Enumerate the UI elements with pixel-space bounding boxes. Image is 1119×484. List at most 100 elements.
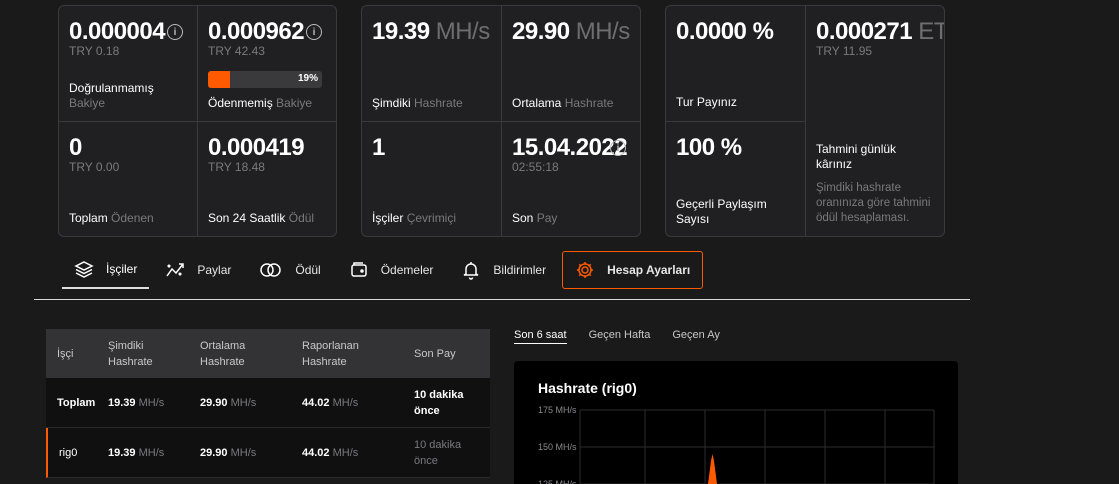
valid-shares-card: 100 % Geçerli Paylaşım Sayısı (666, 122, 806, 236)
last24-label: Son 24 Saatlik (208, 211, 286, 225)
row-current-unit: MH/s (138, 446, 165, 459)
layers-icon (74, 261, 94, 278)
avg-hashrate-label-row: Ortalama Hashrate (512, 96, 613, 111)
workers-label-row: İşçiler Çevrimiçi (372, 211, 456, 226)
header-current-hashrate[interactable]: Şimdiki Hashrate (97, 338, 189, 370)
period-6h[interactable]: Son 6 saat (514, 329, 567, 344)
row-last-share-line2: önce (414, 454, 438, 467)
unconfirmed-label2: Bakiye (69, 96, 106, 110)
current-hashrate-card: 19.39 MH/s Şimdiki Hashrate (362, 6, 502, 122)
header-avg-line1: Ortalama (200, 339, 246, 352)
row-reported: 44.02 MH/s (291, 395, 403, 411)
round-share-value: 0.0000 % (676, 18, 774, 45)
tab-notifications-label: Bildirimler (493, 263, 547, 277)
tab-payments[interactable]: Ödemeler (337, 251, 446, 289)
row-avg: 29.90 MH/s (189, 395, 291, 411)
chart-y-tick-label: 125 MH/s (538, 479, 577, 484)
row-reported-unit: MH/s (332, 396, 359, 409)
row-current-unit: MH/s (138, 396, 165, 409)
tab-reward[interactable]: Ödül (247, 251, 332, 289)
header-worker-label: İşçi (57, 347, 74, 360)
last24-label2: Ödül (288, 211, 315, 225)
header-worker[interactable]: İşçi (46, 346, 97, 362)
tab-shares[interactable]: Paylar (153, 251, 243, 289)
valid-shares-value: 100 % (676, 134, 742, 161)
unpaid-label2: Bakiye (276, 96, 313, 110)
unpaid-fiat: TRY 42.43 (208, 44, 265, 58)
row-reported-value: 44.02 (302, 396, 330, 409)
hashrate-stats: 19.39 MH/s Şimdiki Hashrate 29.90 MH/s O… (361, 5, 641, 237)
total-paid-card: 0 TRY 0.00 Toplam Ödenen (59, 122, 198, 236)
row-last-share-line2: önce (414, 404, 440, 417)
header-reported-hashrate[interactable]: Raporlanan Hashrate (291, 338, 403, 370)
unconfirmed-balance-card: 0.000004 i TRY 0.18 Doğrulanmamış Bakiye (59, 6, 198, 122)
row-avg-value: 29.90 (200, 396, 228, 409)
tab-account-settings[interactable]: Hesap Ayarları (562, 251, 704, 289)
unpaid-value: 0.000962 (208, 18, 305, 45)
row-reported-unit: MH/s (332, 446, 359, 459)
round-share-card: 0.0000 % Tur Payınız (666, 6, 806, 122)
payout-progress-fill (208, 71, 230, 88)
row-avg-unit: MH/s (230, 396, 257, 409)
bell-icon (464, 262, 479, 280)
row-current: 19.39 MH/s (97, 395, 189, 411)
row-worker-name: rig0 (59, 446, 78, 459)
row-avg: 29.90 MH/s (189, 445, 291, 461)
tab-workers-label: İşçiler (106, 262, 138, 276)
header-avg-line2: Hashrate (200, 355, 245, 368)
table-row[interactable]: Toplam 19.39 MH/s 29.90 MH/s 44.02 MH/s … (46, 378, 490, 428)
period-week[interactable]: Geçen Hafta (589, 329, 651, 344)
last24-reward-card: 0.000419 TRY 18.48 Son 24 Saatlik Ödül (198, 122, 336, 236)
total-paid-value: 0 (69, 134, 82, 161)
table-header: İşçi Şimdiki Hashrate Ortalama Hashrate Ra… (46, 329, 490, 378)
valid-shares-label: Geçerli Paylaşım (676, 197, 767, 211)
tab-notifications[interactable]: Bildirimler (449, 251, 558, 289)
chart-series-line (708, 454, 717, 484)
daily-estimate-desc1: Şimdiki hashrate (816, 182, 902, 194)
last24-value: 0.000419 (208, 134, 305, 161)
tab-workers[interactable]: İşçiler (62, 251, 150, 289)
row-reported-value: 44.02 (302, 446, 330, 459)
tab-reward-label: Ödül (295, 263, 321, 277)
avg-hashrate-number: 29.90 (512, 18, 570, 45)
balance-stats: 0.000004 i TRY 0.18 Doğrulanmamış Bakiye… (58, 5, 337, 237)
avg-hashrate-value: 29.90 MH/s (512, 18, 630, 46)
workers-card: 1 İşçiler Çevrimiçi (362, 122, 502, 236)
period-month[interactable]: Geçen Ay (672, 329, 720, 344)
last24-fiat: TRY 18.48 (208, 160, 265, 174)
header-avg-hashrate[interactable]: Ortalama Hashrate (189, 338, 291, 370)
total-paid-fiat: TRY 0.00 (69, 160, 120, 174)
row-last-share-line1: 10 dakika (414, 438, 462, 451)
workers-label: İşçiler (372, 211, 404, 225)
unpaid-label-row: Ödenmemiş Bakiye (208, 96, 312, 111)
tab-payments-label: Ödemeler (380, 263, 434, 277)
last24-label-row: Son 24 Saatlik Ödül (208, 211, 314, 226)
daily-estimate-fiat: TRY 11.95 (816, 44, 873, 58)
chart-y-tick-label: 175 MH/s (538, 405, 577, 415)
info-icon[interactable]: i (306, 24, 322, 40)
avg-hashrate-unit: MH/s (575, 18, 631, 45)
row-last-share-line1: 10 dakika (414, 388, 464, 401)
gear-icon (577, 262, 594, 278)
avg-hashrate-card: 29.90 MH/s Ortalama Hashrate (502, 6, 640, 122)
coins-icon (260, 263, 282, 277)
tab-shares-label: Paylar (197, 263, 232, 277)
current-hashrate-value: 19.39 MH/s (372, 18, 490, 46)
period-selector: Son 6 saat Geçen Hafta Geçen Ay (514, 329, 742, 344)
hashrate-chart: 175 MH/s 150 MH/s 125 MH/s (538, 405, 935, 484)
row-avg-value: 29.90 (200, 446, 228, 459)
header-reported-line1: Raporlanan (302, 339, 359, 352)
header-current-line1: Şimdiki (108, 339, 144, 352)
current-hashrate-label2: Hashrate (414, 96, 463, 110)
info-icon[interactable]: i (167, 24, 183, 40)
total-paid-label-row: Toplam Ödenen (69, 211, 154, 226)
table-row[interactable]: rig0 19.39 MH/s 29.90 MH/s 44.02 MH/s 10… (46, 428, 490, 478)
last-share-time: 02:55:18 (512, 160, 559, 174)
header-last-share[interactable]: Son Pay (403, 346, 490, 362)
daily-estimate-value: 0.000271 ETH (816, 18, 944, 46)
account-tabs: İşçiler Paylar Ödül Ödemeler Bildirimler… (62, 250, 707, 290)
current-hashrate-unit: MH/s (435, 18, 491, 45)
total-paid-label2: Ödenen (111, 211, 154, 225)
info-icon[interactable]: i (610, 140, 626, 156)
unpaid-balance-card: 0.000962 i TRY 42.43 19% Ödenmemiş Bakiy… (198, 6, 336, 122)
